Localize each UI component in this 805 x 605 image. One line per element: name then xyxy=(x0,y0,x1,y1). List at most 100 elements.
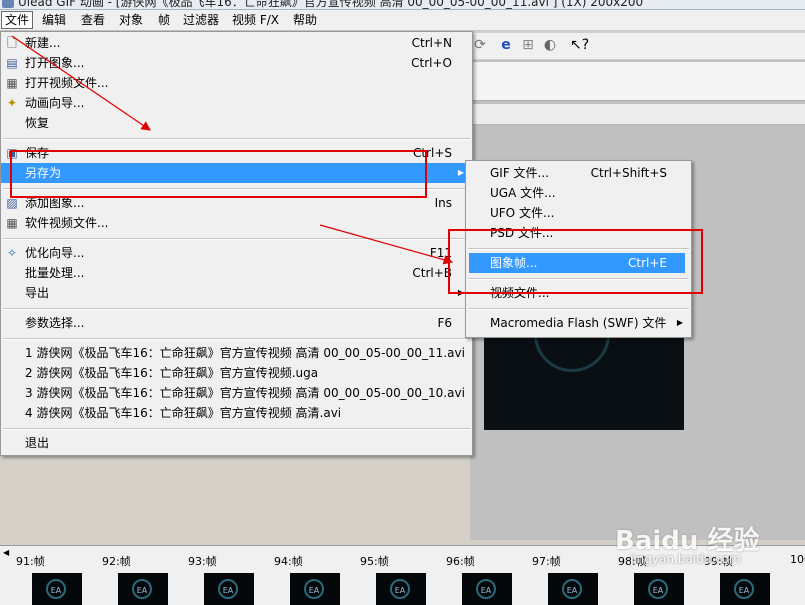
frame-label: 100 xyxy=(790,553,805,566)
frame-image: EA xyxy=(32,573,82,605)
menu-item-revert[interactable]: 恢复 xyxy=(1,113,472,133)
menu-item-uga-file[interactable]: UGA 文件... xyxy=(466,183,691,203)
frame-image: EA xyxy=(720,573,770,605)
menu-separator xyxy=(3,238,470,240)
menu-edit[interactable]: 编辑 xyxy=(39,12,69,28)
frame-thumb[interactable]: 100 xyxy=(788,546,805,605)
menu-item-gif-file[interactable]: GIF 文件... Ctrl+Shift+S xyxy=(466,163,691,183)
optimize-wizard-icon: ✧ xyxy=(6,246,18,260)
ea-logo: EA xyxy=(390,579,410,599)
app-icon xyxy=(2,0,14,8)
frame-image: EA xyxy=(290,573,340,605)
video-file-icon: ▦ xyxy=(6,216,18,230)
menu-object[interactable]: 对象 xyxy=(116,12,146,28)
frame-thumb[interactable]: 93:帧 EA xyxy=(186,546,270,605)
menu-separator xyxy=(3,338,470,340)
frame-label: 97:帧 xyxy=(532,555,561,568)
optimize-icon[interactable]: ⊞ xyxy=(520,37,536,53)
open-image-icon: ▤ xyxy=(6,56,18,70)
menu-file[interactable]: 文件 xyxy=(1,11,34,29)
frame-image: EA xyxy=(462,573,512,605)
menu-item-add-image[interactable]: ▨ 添加图象... Ins xyxy=(1,193,472,213)
menu-item-preferences[interactable]: 参数选择... F6 xyxy=(1,313,472,333)
frame-scroll-arrow-icon[interactable]: ◀ xyxy=(3,548,9,557)
animation-wizard-icon: ✦ xyxy=(6,96,18,110)
menu-item-animation-wizard[interactable]: ✦ 动画向导... xyxy=(1,93,472,113)
refresh-icon[interactable]: ⟳ xyxy=(472,37,488,53)
menu-help[interactable]: 帮助 xyxy=(290,12,320,28)
ea-logo: EA xyxy=(132,579,152,599)
menu-item-exit[interactable]: 退出 xyxy=(1,433,472,453)
ea-logo: EA xyxy=(218,579,238,599)
menu-item-open-video[interactable]: ▦ 打开视频文件... xyxy=(1,73,472,93)
menu-filter[interactable]: 过滤器 xyxy=(180,12,222,28)
frame-thumb[interactable]: 94:帧 EA xyxy=(272,546,356,605)
frame-thumb[interactable]: 96:帧 EA xyxy=(444,546,528,605)
title-bar: Ulead GIF 动画 - [游侠网《极品飞车16：亡命狂飙》官方宣传视频 高… xyxy=(0,0,805,10)
file-menu: 🗋 新建... Ctrl+N ▤ 打开图象... Ctrl+O ▦ 打开视频文件… xyxy=(0,31,473,456)
frame-label: 93:帧 xyxy=(188,555,217,568)
save-as-submenu: GIF 文件... Ctrl+Shift+S UGA 文件... UFO 文件.… xyxy=(465,160,692,338)
submenu-arrow-icon: ▶ xyxy=(676,318,683,327)
submenu-arrow-icon: ▶ xyxy=(457,168,464,177)
menu-item-optimize-wizard[interactable]: ✧ 优化向导... F11 xyxy=(1,243,472,263)
watermark-url: jingyan.baidu.com xyxy=(630,552,741,566)
menu-view[interactable]: 查看 xyxy=(78,12,108,28)
new-file-icon: 🗋 xyxy=(7,36,17,50)
toolbar: ⟳ e ⊞ ◐ ↖? xyxy=(470,33,805,59)
menu-item-new[interactable]: 🗋 新建... Ctrl+N xyxy=(1,33,472,53)
menu-frame[interactable]: 帧 xyxy=(155,12,173,28)
menu-item-batch[interactable]: 批量处理... Ctrl+B xyxy=(1,263,472,283)
menu-item-recent-4[interactable]: 4 游侠网《极品飞车16：亡命狂飙》官方宣传视频 高清.avi xyxy=(1,403,472,423)
context-help-icon[interactable]: ↖? xyxy=(570,37,589,53)
menu-item-export[interactable]: 导出 ▶ xyxy=(1,283,472,303)
menu-item-save-as[interactable]: 另存为 ▶ xyxy=(1,163,472,183)
menu-item-flash-swf[interactable]: Macromedia Flash (SWF) 文件 ▶ xyxy=(466,313,691,333)
menu-item-image-frames[interactable]: 图象帧... Ctrl+E xyxy=(469,253,685,273)
menu-item-save[interactable]: ▣ 保存 Ctrl+S xyxy=(1,143,472,163)
menu-video-fx[interactable]: 视频 F/X xyxy=(229,12,282,28)
ea-logo: EA xyxy=(46,579,66,599)
menu-separator xyxy=(3,428,470,430)
menu-separator xyxy=(3,308,470,310)
ea-logo: EA xyxy=(476,579,496,599)
menu-separator xyxy=(468,308,689,310)
browser-icon[interactable]: e xyxy=(498,37,514,53)
frame-label: 94:帧 xyxy=(274,555,303,568)
side-panel xyxy=(0,455,470,540)
menu-item-add-video[interactable]: ▦ 软件视频文件... xyxy=(1,213,472,233)
menu-item-video-file[interactable]: 视频文件... xyxy=(466,283,691,303)
frame-thumb[interactable]: 95:帧 EA xyxy=(358,546,442,605)
frame-image: EA xyxy=(548,573,598,605)
ea-logo: EA xyxy=(648,579,668,599)
frame-image: EA xyxy=(118,573,168,605)
submenu-arrow-icon: ▶ xyxy=(457,288,464,297)
edit-panel xyxy=(470,62,805,101)
frame-thumb[interactable]: 92:帧 EA xyxy=(100,546,184,605)
frame-thumb[interactable]: 91:帧 EA xyxy=(14,546,98,605)
frame-label: 91:帧 xyxy=(16,555,45,568)
menu-item-ufo-file[interactable]: UFO 文件... xyxy=(466,203,691,223)
menu-item-recent-3[interactable]: 3 游侠网《极品飞车16：亡命狂飙》官方宣传视频 高清 00_00_05-00_… xyxy=(1,383,472,403)
menu-item-psd-file[interactable]: PSD 文件... xyxy=(466,223,691,243)
ea-logo: EA xyxy=(562,579,582,599)
compare-icon[interactable]: ◐ xyxy=(542,37,558,53)
menu-bar: 文件 编辑 查看 对象 帧 过滤器 视频 F/X 帮助 xyxy=(0,10,805,31)
menu-separator xyxy=(468,248,689,250)
frame-image: EA xyxy=(634,573,684,605)
menu-item-open-image[interactable]: ▤ 打开图象... Ctrl+O xyxy=(1,53,472,73)
open-video-icon: ▦ xyxy=(6,76,18,90)
frame-label: 92:帧 xyxy=(102,555,131,568)
ea-logo: EA xyxy=(734,579,754,599)
menu-separator xyxy=(3,138,470,140)
menu-item-recent-2[interactable]: 2 游侠网《极品飞车16：亡命狂飙》官方宣传视频.uga xyxy=(1,363,472,383)
menu-separator xyxy=(3,188,470,190)
frame-label: 96:帧 xyxy=(446,555,475,568)
window-title: Ulead GIF 动画 - [游侠网《极品飞车16：亡命狂飙》官方宣传视频 高… xyxy=(18,0,644,9)
menu-item-recent-1[interactable]: 1 游侠网《极品飞车16：亡命狂飙》官方宣传视频 高清 00_00_05-00_… xyxy=(1,343,472,363)
frame-image: EA xyxy=(376,573,426,605)
menu-separator xyxy=(468,278,689,280)
frame-label: 95:帧 xyxy=(360,555,389,568)
add-image-icon: ▨ xyxy=(6,196,18,210)
frame-thumb[interactable]: 97:帧 EA xyxy=(530,546,614,605)
